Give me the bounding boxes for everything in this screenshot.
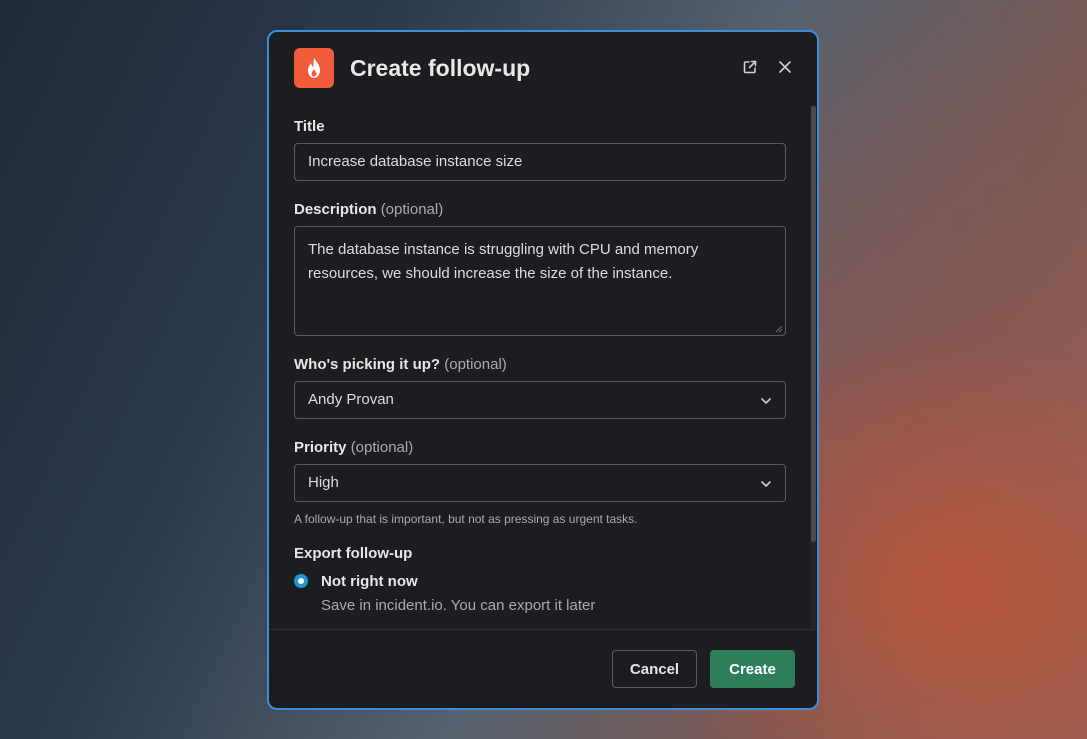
description-textarea[interactable]: The database instance is struggling with… (294, 226, 786, 336)
create-follow-up-modal: Create follow-up Title Increase database… (267, 30, 819, 710)
description-optional: (optional) (380, 201, 444, 218)
priority-label-text: Priority (294, 439, 347, 456)
chevron-down-icon (761, 398, 771, 404)
modal-scrollbar[interactable] (810, 106, 816, 630)
export-radio-not-now[interactable] (294, 574, 308, 588)
assignee-select[interactable]: Andy Provan (294, 381, 786, 419)
title-label: Title (294, 118, 325, 135)
priority-value: High (308, 474, 339, 491)
assignee-optional: (optional) (444, 356, 507, 373)
create-button[interactable]: Create (710, 650, 795, 688)
export-option-title[interactable]: Not right now (321, 573, 418, 590)
priority-optional: (optional) (350, 439, 414, 456)
description-label-text: Description (294, 201, 377, 218)
export-label: Export follow-up (294, 545, 413, 562)
cancel-button[interactable]: Cancel (612, 650, 697, 688)
modal-title: Create follow-up (350, 55, 531, 81)
assignee-value: Andy Provan (308, 391, 394, 408)
chevron-down-icon (761, 481, 771, 487)
assignee-label-text: Who's picking it up? (294, 356, 441, 373)
modal-body[interactable]: Title Increase database instance size De… (269, 106, 809, 630)
priority-select[interactable]: High (294, 464, 786, 502)
scrollbar-thumb[interactable] (811, 106, 816, 542)
resize-handle-icon[interactable] (773, 323, 783, 333)
close-icon[interactable] (774, 56, 796, 78)
export-option-description: Save in incident.io. You can export it l… (321, 597, 596, 614)
priority-label: Priority (optional) (294, 439, 413, 456)
radio-selected-dot (298, 578, 304, 584)
description-text: The database instance is struggling with… (308, 241, 699, 282)
footer-divider (269, 629, 817, 630)
flame-icon (294, 48, 334, 88)
external-link-icon[interactable] (739, 56, 761, 78)
assignee-label: Who's picking it up? (optional) (294, 356, 507, 373)
priority-hint: A follow-up that is important, but not a… (294, 512, 638, 526)
description-label: Description (optional) (294, 201, 443, 218)
modal-header: Create follow-up (269, 32, 817, 106)
title-input[interactable]: Increase database instance size (294, 143, 786, 181)
